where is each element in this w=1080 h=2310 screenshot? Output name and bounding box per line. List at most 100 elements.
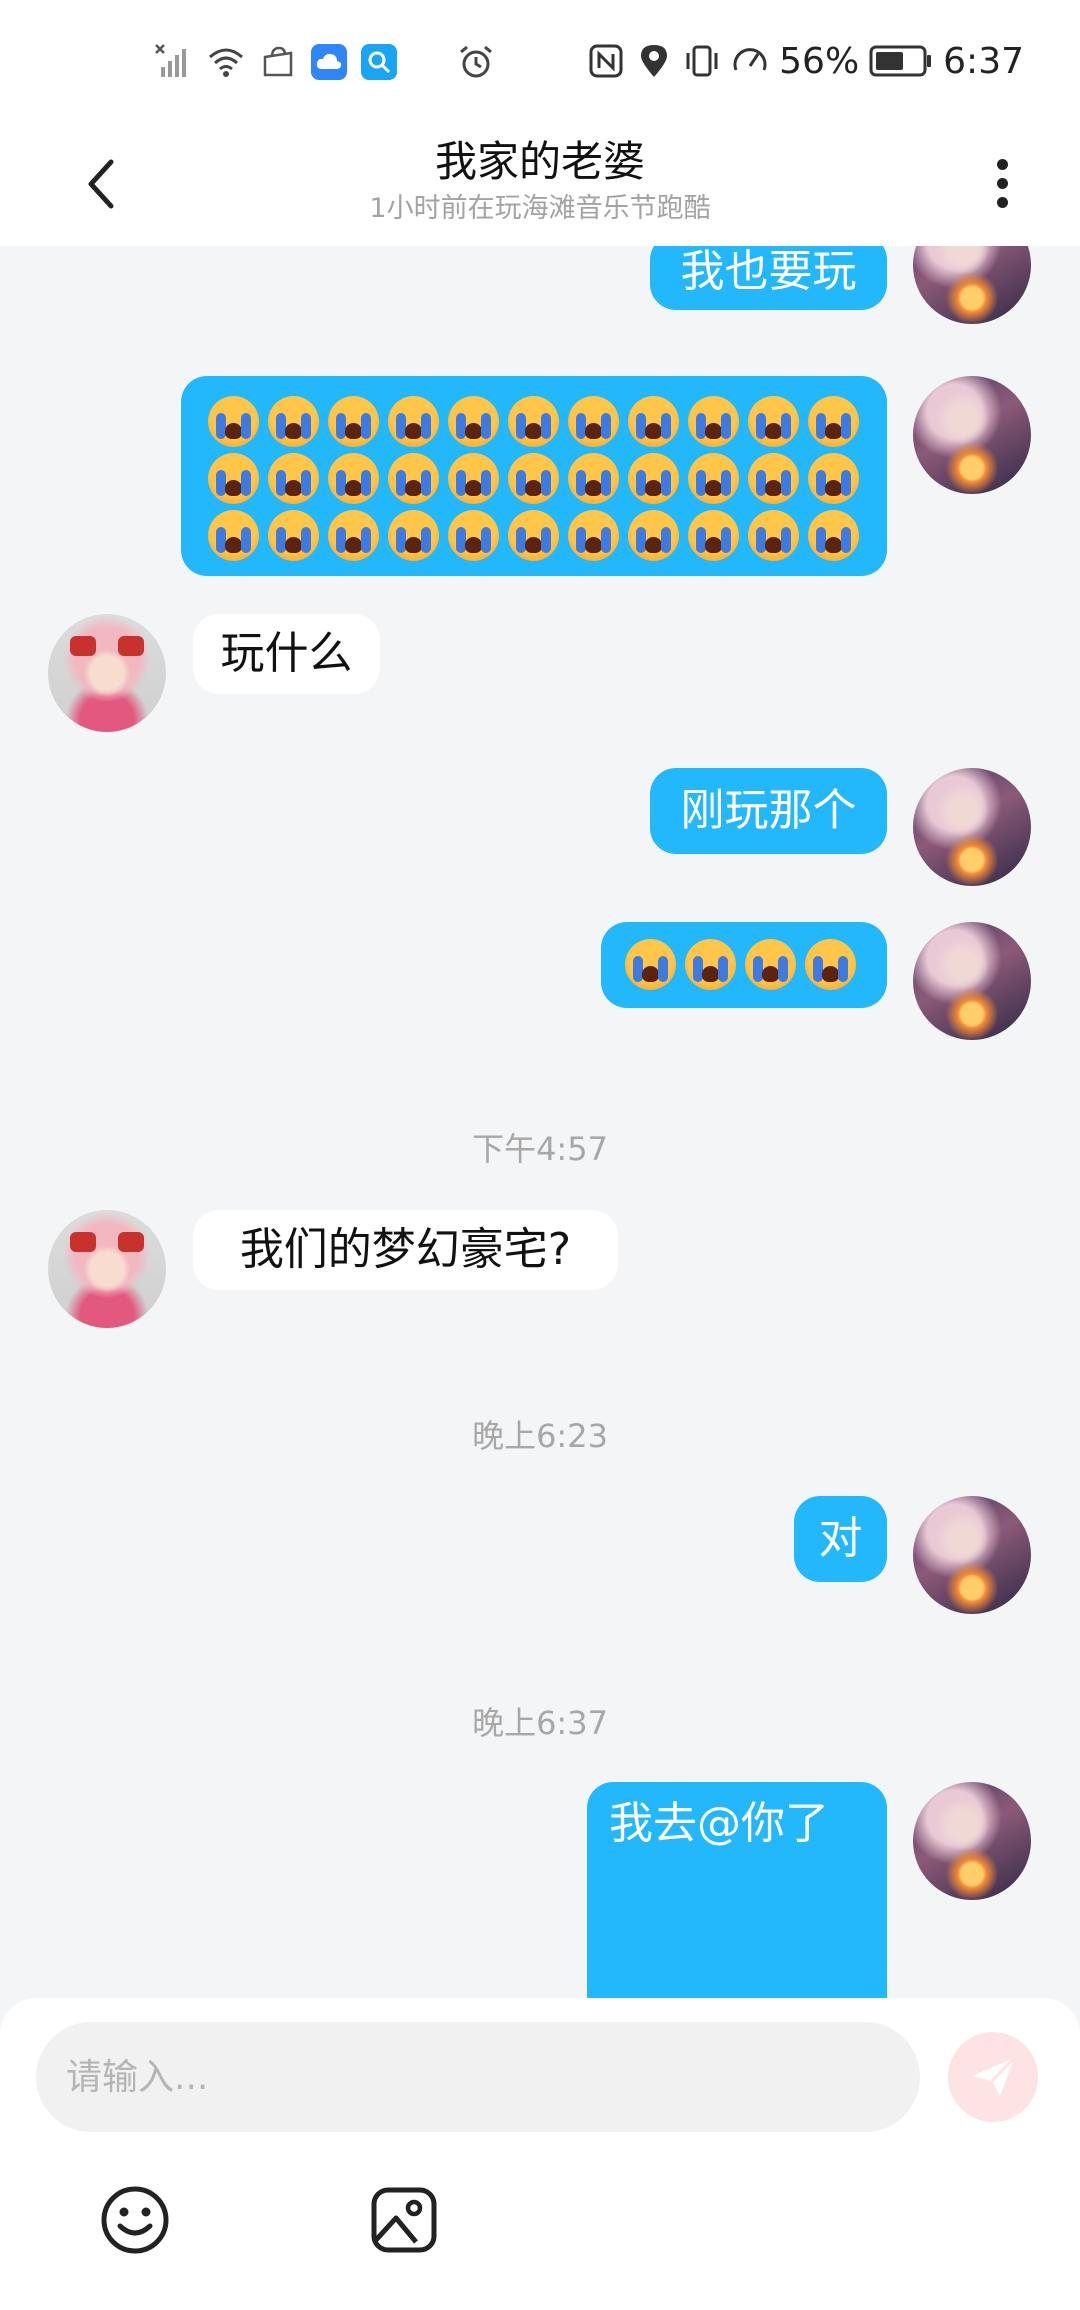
alarm-icon: [460, 45, 492, 78]
message-text: 我也要玩: [680, 246, 857, 297]
my-message-bubble[interactable]: 对: [794, 1496, 887, 1582]
emoji-mouth: [762, 966, 779, 982]
emoji-mouth: [225, 480, 242, 496]
crying-face-emoji-icon: [628, 396, 679, 447]
emoji-mouth: [405, 537, 422, 553]
more-options-button[interactable]: [982, 148, 1022, 218]
crying-face-emoji-icon: [748, 396, 799, 447]
emoji-mouth: [525, 480, 542, 496]
emoji-mouth: [225, 537, 242, 553]
emoji-mouth: [465, 537, 482, 553]
crying-face-emoji-icon: [688, 510, 739, 561]
message-text: 玩什么: [220, 628, 353, 679]
my-avatar[interactable]: [913, 246, 1031, 324]
location-icon: [641, 45, 668, 77]
crying-face-emoji-icon: [448, 510, 499, 561]
battery-icon: [869, 45, 932, 77]
bag-icon: [263, 46, 293, 77]
contact-name: 我家的老婆: [434, 137, 645, 186]
crying-face-emoji-icon: [388, 396, 439, 447]
emoji-mouth: [345, 480, 362, 496]
crying-face-emoji-icon: [625, 939, 676, 990]
crying-face-emoji-icon: [508, 453, 559, 504]
crying-face-emoji-icon: [568, 396, 619, 447]
crying-face-emoji-icon: [628, 510, 679, 561]
emoji-mouth: [585, 480, 602, 496]
crying-face-emoji-icon: [268, 396, 319, 447]
crying-face-emoji-icon: [688, 396, 739, 447]
emoji-icon: [101, 2186, 169, 2254]
emoji-mouth: [345, 537, 362, 553]
hair-bow-icon: [70, 636, 96, 656]
emoji-mouth: [405, 480, 422, 496]
contact-message-bubble[interactable]: 我们的梦幻豪宅?: [193, 1210, 618, 1290]
my-message-bubble[interactable]: 我也要玩: [650, 246, 887, 310]
emoji-mouth: [645, 480, 662, 496]
emoji-grid: [625, 939, 856, 990]
crying-face-emoji-icon: [808, 396, 859, 447]
clock: 6:37: [943, 40, 1024, 82]
emoji-button[interactable]: [95, 2180, 175, 2260]
search-app-icon: [361, 44, 397, 80]
cloud-app-icon: [311, 44, 347, 80]
message-text: 我去@你了: [609, 1798, 829, 1849]
crying-face-emoji-icon: [328, 510, 379, 561]
crying-face-emoji-icon: [208, 396, 259, 447]
nfc-icon: [589, 44, 623, 78]
crying-face-emoji-icon: [685, 939, 736, 990]
emoji-mouth: [825, 537, 842, 553]
message-timestamp: 晚上6:37: [472, 1704, 608, 1742]
my-avatar[interactable]: [913, 1782, 1031, 1900]
my-avatar[interactable]: [913, 922, 1031, 1040]
battery-percent: 56%: [779, 40, 860, 82]
crying-face-emoji-icon: [508, 510, 559, 561]
emoji-mouth: [702, 966, 719, 982]
more-dot-icon: [996, 177, 1008, 189]
emoji-mouth: [705, 423, 722, 439]
emoji-mouth: [345, 423, 362, 439]
emoji-mouth: [465, 480, 482, 496]
message-timestamp: 晚上6:23: [472, 1417, 608, 1455]
contact-avatar[interactable]: [48, 614, 166, 732]
crying-face-emoji-icon: [808, 510, 859, 561]
emoji-mouth: [285, 537, 302, 553]
crying-face-emoji-icon: [568, 453, 619, 504]
my-avatar[interactable]: [913, 1496, 1031, 1614]
my-message-bubble[interactable]: 刚玩那个: [650, 768, 887, 854]
message-list[interactable]: 我也要玩 玩什么 刚玩那个 下午4:57 我们的梦幻豪宅? 晚上6:23 对 晚…: [0, 246, 1080, 1998]
my-avatar[interactable]: [913, 376, 1031, 494]
crying-face-emoji-icon: [208, 510, 259, 561]
crying-face-emoji-icon: [268, 510, 319, 561]
my-emoji-message-bubble[interactable]: [601, 922, 887, 1008]
contact-avatar[interactable]: [48, 1210, 166, 1328]
emoji-mouth: [285, 423, 302, 439]
my-emoji-message-bubble[interactable]: [181, 376, 887, 576]
message-text: 我们的梦幻豪宅?: [239, 1224, 572, 1275]
status-left-icons: [155, 40, 495, 84]
image-button[interactable]: [364, 2180, 444, 2260]
chat-header: 我家的老婆 1小时前在玩海滩音乐节跑酷: [0, 118, 1080, 246]
emoji-mouth: [765, 480, 782, 496]
my-avatar[interactable]: [913, 768, 1031, 886]
crying-face-emoji-icon: [628, 453, 679, 504]
crying-face-emoji-icon: [328, 453, 379, 504]
emoji-mouth: [585, 423, 602, 439]
emoji-mouth: [225, 423, 242, 439]
hair-bow-icon: [118, 1232, 144, 1252]
contact-status: 1小时前在玩海滩音乐节跑酷: [369, 193, 711, 224]
crying-face-emoji-icon: [748, 453, 799, 504]
crying-face-emoji-icon: [688, 453, 739, 504]
emoji-mouth: [705, 480, 722, 496]
send-button[interactable]: [948, 2032, 1038, 2122]
contact-message-bubble[interactable]: 玩什么: [193, 614, 380, 694]
crying-face-emoji-icon: [808, 453, 859, 504]
emoji-mouth: [765, 423, 782, 439]
emoji-mouth: [765, 537, 782, 553]
status-right-icons: 56% 6:37: [587, 36, 1024, 86]
crying-face-emoji-icon: [448, 453, 499, 504]
crying-face-emoji-icon: [745, 939, 796, 990]
emoji-mouth: [705, 537, 722, 553]
wifi-icon: [209, 48, 243, 77]
my-message-bubble[interactable]: 我去@你了: [587, 1782, 887, 1998]
message-input[interactable]: [36, 2022, 920, 2132]
